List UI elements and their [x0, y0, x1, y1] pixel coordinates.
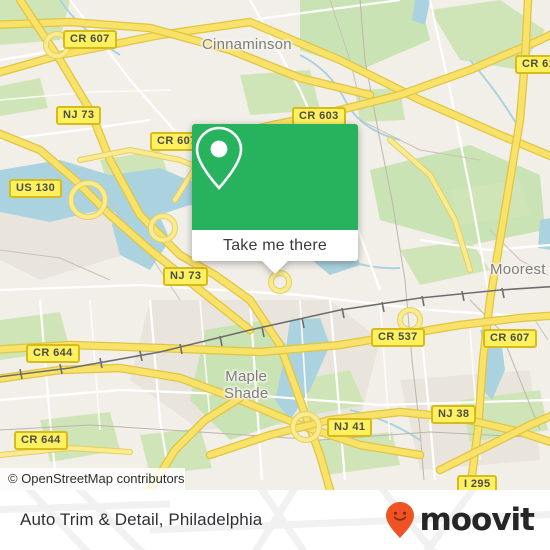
road-shield-nj-41: NJ 41 — [327, 418, 373, 437]
map-pin-icon — [195, 126, 243, 190]
road-shield-cr-607-c: CR 607 — [483, 329, 537, 348]
popup-header — [192, 124, 358, 230]
road-shield-nj-73-b: NJ 73 — [163, 267, 209, 286]
popup-pointer-tail — [262, 261, 288, 274]
map-screen: .water{fill:#abd3df;} .stream{fill:none;… — [0, 0, 550, 550]
road-shield-cr-537: CR 537 — [371, 328, 425, 347]
osm-attribution[interactable]: © OpenStreetMap contributors — [0, 468, 185, 490]
bottom-info-bar: Auto Trim & Detail, Philadelphia moovit — [0, 490, 550, 550]
map-canvas[interactable]: .water{fill:#abd3df;} .stream{fill:none;… — [0, 0, 550, 490]
moovit-wordmark: moovit — [419, 501, 535, 538]
road-shield-cr-607-a: CR 607 — [63, 30, 117, 49]
road-shield-nj-73-a: NJ 73 — [56, 106, 102, 125]
popup-footer[interactable]: Take me there — [192, 230, 358, 274]
moovit-logo[interactable]: moovit — [385, 490, 535, 550]
road-shield-cr-644-b: CR 644 — [14, 431, 68, 450]
place-title: Auto Trim & Detail, Philadelphia — [20, 510, 263, 529]
location-popup[interactable]: Take me there — [192, 124, 358, 274]
road-shield-i-295: I 295 — [457, 475, 498, 490]
road-shield-us-130: US 130 — [9, 179, 63, 198]
moovit-pin-icon — [386, 502, 415, 538]
road-shield-cr-644-a: CR 644 — [26, 344, 80, 363]
road-shield-cr-61: CR 61 — [515, 55, 550, 74]
road-shield-nj-38: NJ 38 — [431, 405, 477, 424]
take-me-there-button[interactable]: Take me there — [223, 237, 327, 255]
